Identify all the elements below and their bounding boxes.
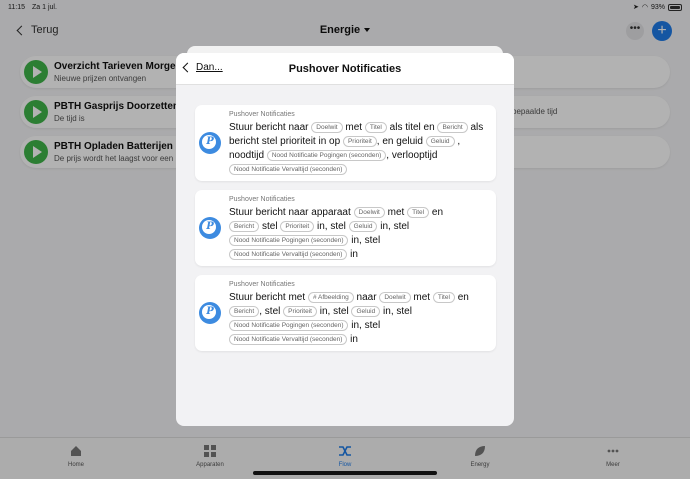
action-text: in [350,249,358,260]
modal-title: Pushover Notificaties [288,63,402,75]
action-text: met [387,207,405,218]
token-nood-pogingen[interactable]: Nood Notificatie Pogingen (seconden) [229,235,349,246]
token-titel[interactable]: Titel [364,122,387,133]
action-text: Stuur bericht naar [229,122,309,133]
action-card[interactable]: P Pushover Notificaties Stuur bericht na… [195,105,496,181]
action-description: Stuur bericht naar apparaat Doelwit met … [229,206,491,262]
token-afbeelding[interactable]: # Afbeelding [307,292,354,303]
token-titel[interactable]: Titel [407,207,430,218]
action-text: naar [356,292,377,303]
action-text: in, stel [319,306,349,317]
action-text: en [457,292,469,303]
pushover-logo-icon: P [199,132,221,154]
pushover-logo-icon: P [199,302,221,324]
action-text: stel [262,221,278,232]
action-text: in, stel [380,221,410,232]
token-geluid[interactable]: Geluid [351,306,381,317]
action-text: in [350,334,358,345]
token-nood-vervaltijd[interactable]: Nood Notificatie Vervaltijd (seconden) [229,164,348,175]
action-description: Stuur bericht naar Doelwit met Titel als… [229,121,491,177]
action-text: , verlooptijd [386,150,438,161]
token-bericht[interactable]: Bericht [437,122,468,133]
action-text: met [345,122,363,133]
modal-header: Dan... Pushover Notificaties [176,53,514,85]
token-nood-vervaltijd[interactable]: Nood Notificatie Vervaltijd (seconden) [229,334,348,345]
action-text: en [431,207,444,218]
action-card[interactable]: P Pushover Notificaties Stuur bericht na… [195,190,496,266]
action-text: in, stel [351,320,381,331]
token-doelwit[interactable]: Doelwit [353,207,385,218]
token-titel[interactable]: Titel [432,292,455,303]
action-app-label: Pushover Notificaties [229,281,295,288]
action-text: , en geluid [376,136,423,147]
token-nood-pogingen[interactable]: Nood Notificatie Pogingen (seconden) [266,150,387,161]
action-text: als titel en [389,122,435,133]
token-nood-vervaltijd[interactable]: Nood Notificatie Vervaltijd (seconden) [229,249,348,260]
token-prioriteit[interactable]: Prioriteit [342,136,377,147]
token-geluid[interactable]: Geluid [425,136,455,147]
token-prioriteit[interactable]: Prioriteit [283,306,317,317]
token-prioriteit[interactable]: Prioriteit [280,221,315,232]
token-bericht[interactable]: Bericht [229,221,260,232]
action-text: , stel [259,306,281,317]
token-bericht[interactable]: Bericht [229,306,260,317]
token-doelwit[interactable]: Doelwit [379,292,411,303]
action-text: Stuur bericht met [229,292,306,303]
token-doelwit[interactable]: Doelwit [311,122,343,133]
action-app-label: Pushover Notificaties [229,196,295,203]
action-text: in, stel [351,235,381,246]
pushover-modal: Dan... Pushover Notificaties P Pushover … [176,53,514,426]
token-nood-pogingen[interactable]: Nood Notificatie Pogingen (seconden) [229,320,349,331]
action-app-label: Pushover Notificaties [229,111,295,118]
home-indicator[interactable] [253,471,437,475]
action-text: Stuur bericht naar apparaat [229,207,351,218]
pushover-logo-icon: P [199,217,221,239]
action-text: met [413,292,431,303]
action-text: in, stel [383,306,412,317]
token-geluid[interactable]: Geluid [348,221,378,232]
action-card[interactable]: P Pushover Notificaties Stuur bericht me… [195,275,496,351]
action-text: in, stel [316,221,346,232]
action-description: Stuur bericht met # Afbeelding naar Doel… [229,291,491,347]
